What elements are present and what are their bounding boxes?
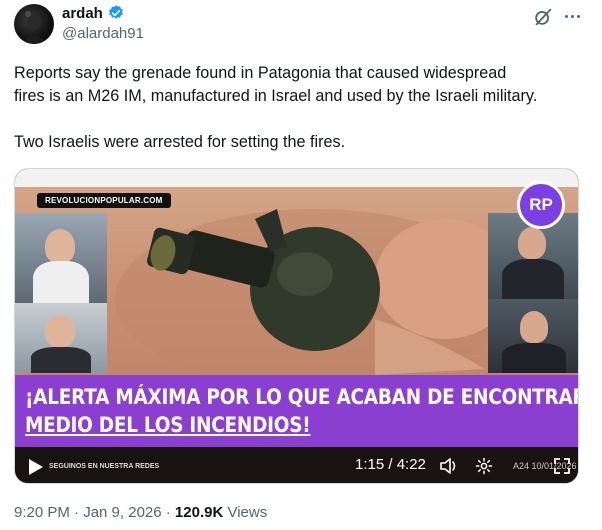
avatar[interactable]: [14, 4, 54, 44]
settings-gear-icon[interactable]: [475, 457, 493, 475]
tweet-text: Reports say the grenade found in Patagon…: [14, 62, 594, 154]
video-headline: ¡ALERTA MÁXIMA POR LO QUE ACABAN DE ENCO…: [15, 375, 579, 447]
handle[interactable]: @alardah91: [62, 25, 144, 42]
presenter-panel: [488, 299, 578, 373]
headline-line: MEDIO DEL LOS INCENDIOS!: [25, 413, 311, 437]
video-controls: SEGUINOS EN NUESTRA REDES 1:15 / 4:22 A2…: [15, 447, 578, 483]
grok-icon[interactable]: [532, 6, 554, 28]
headline-line: ¡ALERTA MÁXIMA POR LO QUE ACABAN DE ENCO…: [25, 385, 579, 409]
presenter-panel: [15, 213, 107, 303]
presenter-panel: [15, 303, 107, 373]
play-icon[interactable]: [29, 459, 43, 475]
views-label: Views: [223, 504, 268, 521]
display-name[interactable]: ardah: [62, 5, 103, 22]
rp-badge: RP: [517, 181, 565, 229]
tweet-line: fires is an M26 IM, manufactured in Isra…: [14, 87, 538, 105]
video-player[interactable]: REVOLUCIONPOPULAR.COM RP ¡ALERTA MÁXIMA …: [14, 168, 579, 484]
channel-tag: REVOLUCIONPOPULAR.COM: [37, 193, 171, 208]
tweet-line: Reports say the grenade found in Patagon…: [14, 64, 507, 82]
more-icon[interactable]: [562, 6, 582, 26]
video-time: 1:15 / 4:22: [355, 456, 426, 473]
tweet-meta: 9:20 PM · Jan 9, 2026 · 120.9K Views: [14, 504, 267, 521]
volume-icon[interactable]: [439, 457, 459, 475]
avatar-image: [22, 11, 46, 44]
video-ticker: SEGUINOS EN NUESTRA REDES: [49, 463, 160, 470]
verified-badge-icon: [108, 5, 123, 19]
views-count: 120.9K: [174, 504, 224, 521]
fullscreen-icon[interactable]: [553, 457, 571, 475]
timestamp[interactable]: 9:20 PM · Jan 9, 2026 ·: [14, 504, 175, 521]
tweet-line: Two Israelis were arrested for setting t…: [14, 133, 346, 151]
